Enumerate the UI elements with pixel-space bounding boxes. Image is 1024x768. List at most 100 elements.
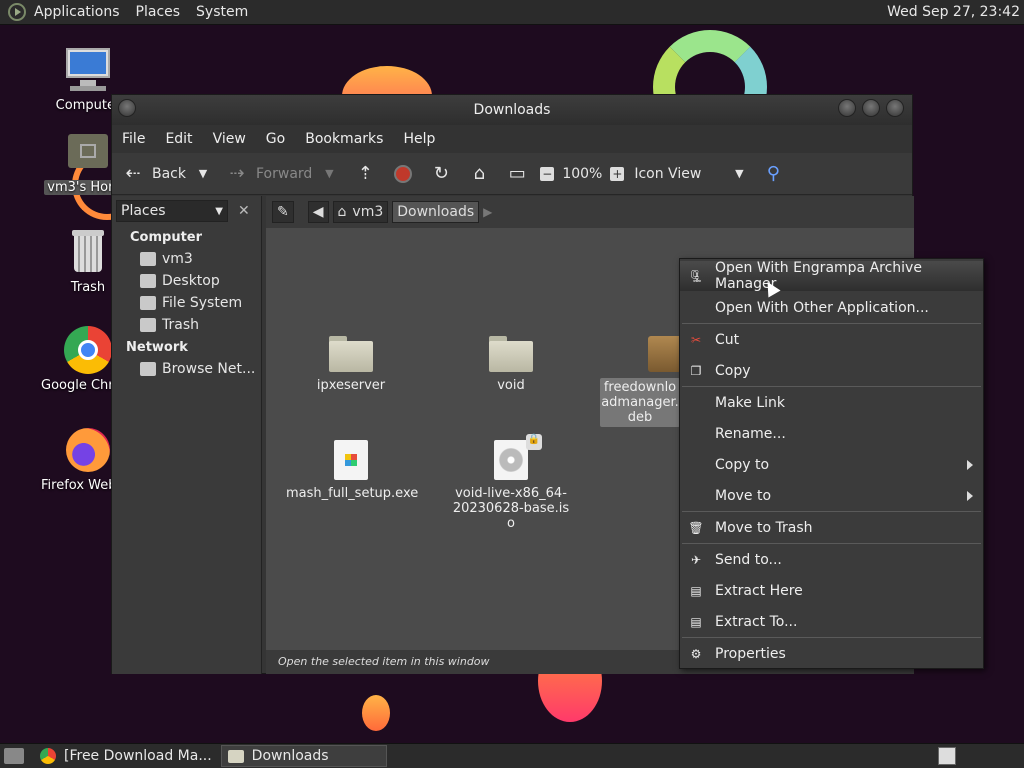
computer-small-icon[interactable]: ▭ — [506, 163, 528, 185]
minimize-button[interactable] — [838, 99, 856, 117]
up-arrow-icon[interactable]: ⇡ — [354, 163, 376, 185]
menu-item-properties[interactable]: ⚙ Properties — [680, 639, 983, 669]
back-label: Back — [152, 165, 186, 182]
forward-history-dropdown-icon[interactable]: ▼ — [318, 163, 340, 185]
folder-icon — [329, 336, 373, 372]
window-menu-button[interactable] — [118, 99, 136, 117]
taskbar-item-downloads[interactable]: Downloads — [220, 745, 387, 767]
menu-item-send-to[interactable]: ✈ Send to... — [680, 545, 983, 575]
chevron-down-icon: ▼ — [215, 205, 223, 217]
package-icon — [648, 336, 682, 372]
forward-button[interactable]: ⇢ Forward — [220, 163, 318, 185]
menu-view[interactable]: View — [203, 131, 256, 147]
taskbar-item-browser[interactable]: [Free Download Ma... — [34, 745, 218, 767]
file-name: ipxeserver — [316, 378, 386, 393]
maximize-button[interactable] — [862, 99, 880, 117]
sidebar-section-network: Network — [126, 340, 188, 355]
sidebar-item-filesystem[interactable]: File System — [112, 292, 261, 314]
file-name: void — [497, 378, 525, 393]
zoom-in-icon[interactable]: + — [606, 163, 628, 185]
back-button[interactable]: ⇠ Back — [116, 163, 192, 185]
menu-item-move-to[interactable]: Move to — [680, 481, 983, 511]
window-titlebar[interactable]: Downloads — [112, 95, 912, 125]
sidebar-header: Places ▼ ✕ — [112, 196, 261, 226]
menu-item-copy[interactable]: ❐ Copy — [680, 356, 983, 386]
applications-menu[interactable]: Applications — [26, 4, 128, 20]
menu-item-move-to-trash[interactable]: 🗑 Move to Trash — [680, 513, 983, 543]
window-title: Downloads — [473, 102, 551, 118]
menu-item-open-with-other[interactable]: Open With Other Application... — [680, 293, 983, 323]
zoom-level: 100% — [562, 165, 603, 182]
copy-icon: ❐ — [690, 364, 702, 378]
menu-bookmarks[interactable]: Bookmarks — [295, 131, 393, 147]
view-mode-select[interactable]: Icon View — [634, 166, 728, 182]
menu-item-open-with-engrampa[interactable]: 🗜 Open With Engrampa Archive Manager — [680, 260, 983, 292]
file-item-void-iso[interactable]: 🔒 void-live-x86_64-20230628-base.iso — [446, 434, 576, 531]
file-item-mash-setup[interactable]: mash_full_setup.exe — [286, 440, 418, 501]
menu-item-cut[interactable]: ✂ Cut — [680, 325, 983, 355]
sidebar-item-vm3[interactable]: vm3 — [112, 248, 261, 270]
sidebar-item-browse-network[interactable]: Browse Net... — [112, 358, 261, 380]
toolbar: ⇠ Back ▼ ⇢ Forward ▼ ⇡ ↻ ⌂ ▭ − 100% + Ic… — [112, 153, 912, 195]
reload-icon[interactable]: ↻ — [430, 163, 452, 185]
workspace-switcher[interactable] — [938, 747, 956, 765]
forward-arrow-icon: ⇢ — [229, 163, 245, 184]
menu-item-extract-to[interactable]: ▤ Extract To... — [680, 607, 983, 637]
path-scroll-left-icon[interactable]: ◀ — [307, 201, 329, 223]
path-bar: ✎ ◀ ⌂ vm3 Downloads ▶ — [266, 196, 914, 228]
path-segment-downloads[interactable]: Downloads — [392, 201, 480, 223]
menu-separator — [682, 637, 981, 638]
sidebar-item-label: Trash — [162, 317, 199, 333]
back-history-dropdown-icon[interactable]: ▼ — [192, 163, 214, 185]
close-button[interactable] — [886, 99, 904, 117]
home-folder-icon — [64, 128, 112, 176]
menu-item-rename[interactable]: Rename... — [680, 419, 983, 449]
folder-icon — [227, 749, 244, 763]
menu-item-extract-here[interactable]: ▤ Extract Here — [680, 576, 983, 606]
menu-item-make-link[interactable]: Make Link — [680, 388, 983, 418]
clock[interactable]: Wed Sep 27, 23:42 — [887, 4, 1020, 20]
places-menu[interactable]: Places — [128, 4, 189, 20]
file-name: void-live-x86_64-20230628-base.iso — [452, 486, 570, 531]
toggle-location-entry-icon[interactable]: ✎ — [272, 201, 294, 223]
file-item-ipxeserver[interactable]: ipxeserver — [286, 336, 416, 393]
home-icon[interactable]: ⌂ — [468, 163, 490, 185]
stop-icon[interactable] — [392, 163, 414, 185]
zoom-out-icon[interactable]: − — [536, 163, 558, 185]
file-item-void[interactable]: void — [446, 336, 576, 393]
taskbar: [Free Download Ma... Downloads — [0, 743, 1024, 768]
sidebar: Places ▼ ✕ Computer vm3 Desktop File Sys… — [112, 196, 262, 674]
show-desktop-icon[interactable] — [4, 748, 24, 764]
menu-go[interactable]: Go — [256, 131, 295, 147]
menu-edit[interactable]: Edit — [155, 131, 202, 147]
desktop-label-trash: Trash — [70, 280, 106, 295]
computer-icon — [64, 46, 112, 94]
path-segment-vm3[interactable]: ⌂ vm3 — [332, 201, 389, 223]
menu-help[interactable]: Help — [393, 131, 445, 147]
network-icon — [140, 362, 156, 376]
path-scroll-right-icon[interactable]: ▶ — [483, 205, 492, 219]
menu-separator — [682, 511, 981, 512]
sidebar-item-label: File System — [162, 295, 243, 311]
chrome-icon — [40, 748, 56, 764]
path-segment-label: Downloads — [397, 204, 475, 220]
sidebar-item-trash[interactable]: Trash — [112, 314, 261, 336]
menu-separator — [682, 543, 981, 544]
menu-file[interactable]: File — [112, 131, 155, 147]
close-sidebar-icon[interactable]: ✕ — [238, 203, 250, 219]
context-menu: 🗜 Open With Engrampa Archive Manager Ope… — [679, 258, 984, 669]
drive-icon — [140, 296, 156, 310]
search-icon[interactable]: ⚲ — [762, 163, 784, 185]
menu-item-copy-to[interactable]: Copy to — [680, 450, 983, 480]
sidebar-section-computer: Computer — [130, 230, 203, 245]
chrome-icon — [64, 326, 112, 374]
sidebar-item-desktop[interactable]: Desktop — [112, 270, 261, 292]
system-logo-icon[interactable] — [8, 3, 26, 21]
trash-icon: 🗑 — [688, 521, 704, 535]
trash-icon — [64, 228, 112, 276]
sidebar-type-select[interactable]: Places ▼ — [116, 200, 228, 222]
forward-label: Forward — [256, 165, 313, 182]
system-menu[interactable]: System — [188, 4, 256, 20]
view-mode-dropdown-icon[interactable]: ▼ — [728, 163, 750, 185]
sidebar-item-label: Browse Net... — [162, 361, 256, 377]
